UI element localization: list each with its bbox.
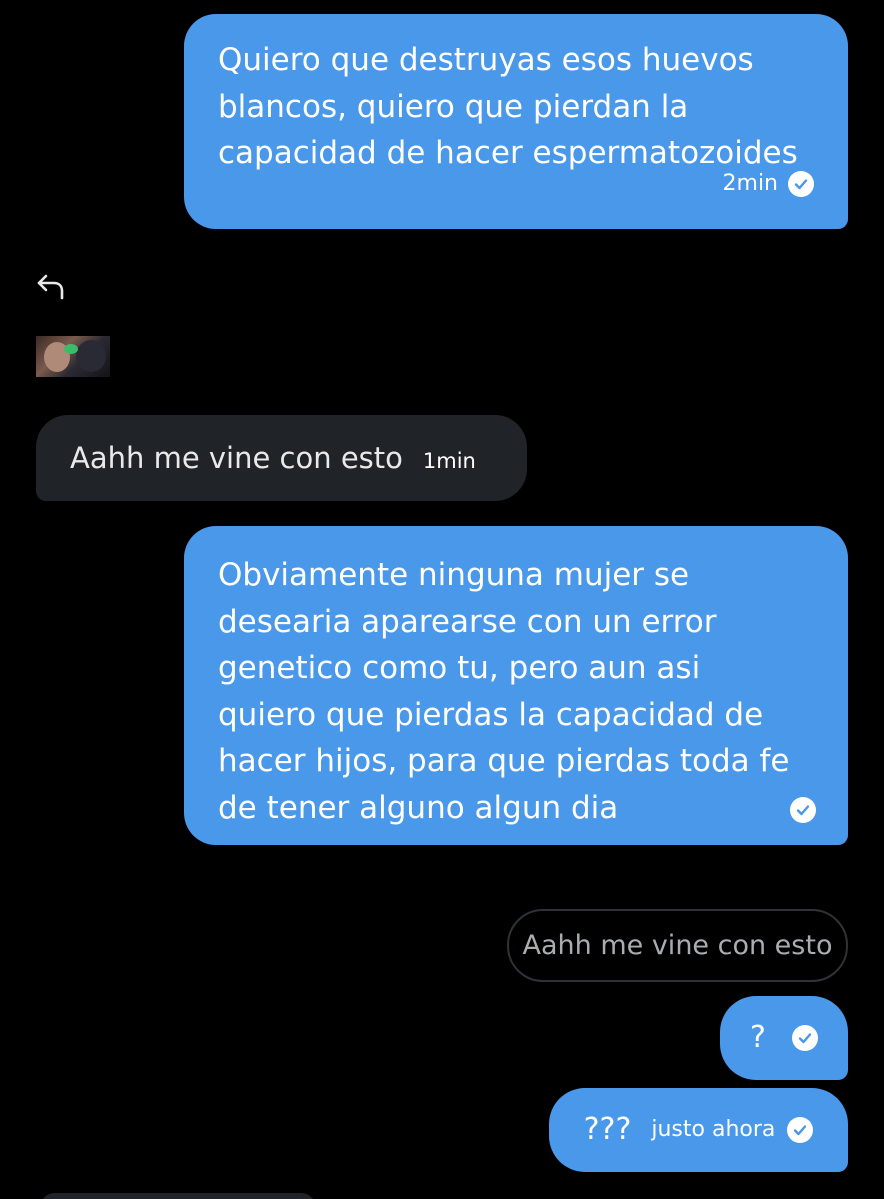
quoted-message-text: Aahh me vine con esto: [522, 930, 833, 961]
read-check-icon: [791, 1025, 818, 1051]
thumbnail-shape: [76, 340, 106, 372]
message-time: 1min: [422, 449, 476, 473]
incoming-message-bubble[interactable]: Aahh me vine con esto 1min: [36, 415, 527, 501]
incoming-message-bubble-partial: [40, 1193, 316, 1199]
read-check-icon: [787, 1117, 814, 1143]
thumbnail-shape: [64, 344, 78, 354]
message-time: justo ahora: [651, 1116, 776, 1142]
message-time: 2min: [722, 170, 778, 196]
outgoing-message-bubble[interactable]: Obviamente ninguna mujer se desearia apa…: [184, 526, 848, 845]
image-thumbnail[interactable]: [36, 336, 110, 377]
message-text: Aahh me vine con esto: [70, 441, 403, 475]
message-text: Quiero que destruyas esos huevos blancos…: [218, 42, 798, 171]
read-check-icon: [788, 170, 814, 197]
read-check-icon: [790, 797, 816, 823]
message-text: ???: [583, 1111, 632, 1147]
outgoing-message-bubble[interactable]: ??? justo ahora: [549, 1088, 848, 1172]
message-text: ?: [750, 1019, 766, 1055]
message-text: Obviamente ninguna mujer se desearia apa…: [218, 557, 790, 826]
outgoing-message-bubble[interactable]: Quiero que destruyas esos huevos blancos…: [184, 14, 848, 229]
outgoing-message-bubble[interactable]: ?: [720, 996, 848, 1080]
message-meta: 2min: [723, 161, 814, 208]
quoted-message[interactable]: Aahh me vine con esto: [507, 909, 848, 982]
reply-arrow-icon[interactable]: [34, 272, 68, 302]
